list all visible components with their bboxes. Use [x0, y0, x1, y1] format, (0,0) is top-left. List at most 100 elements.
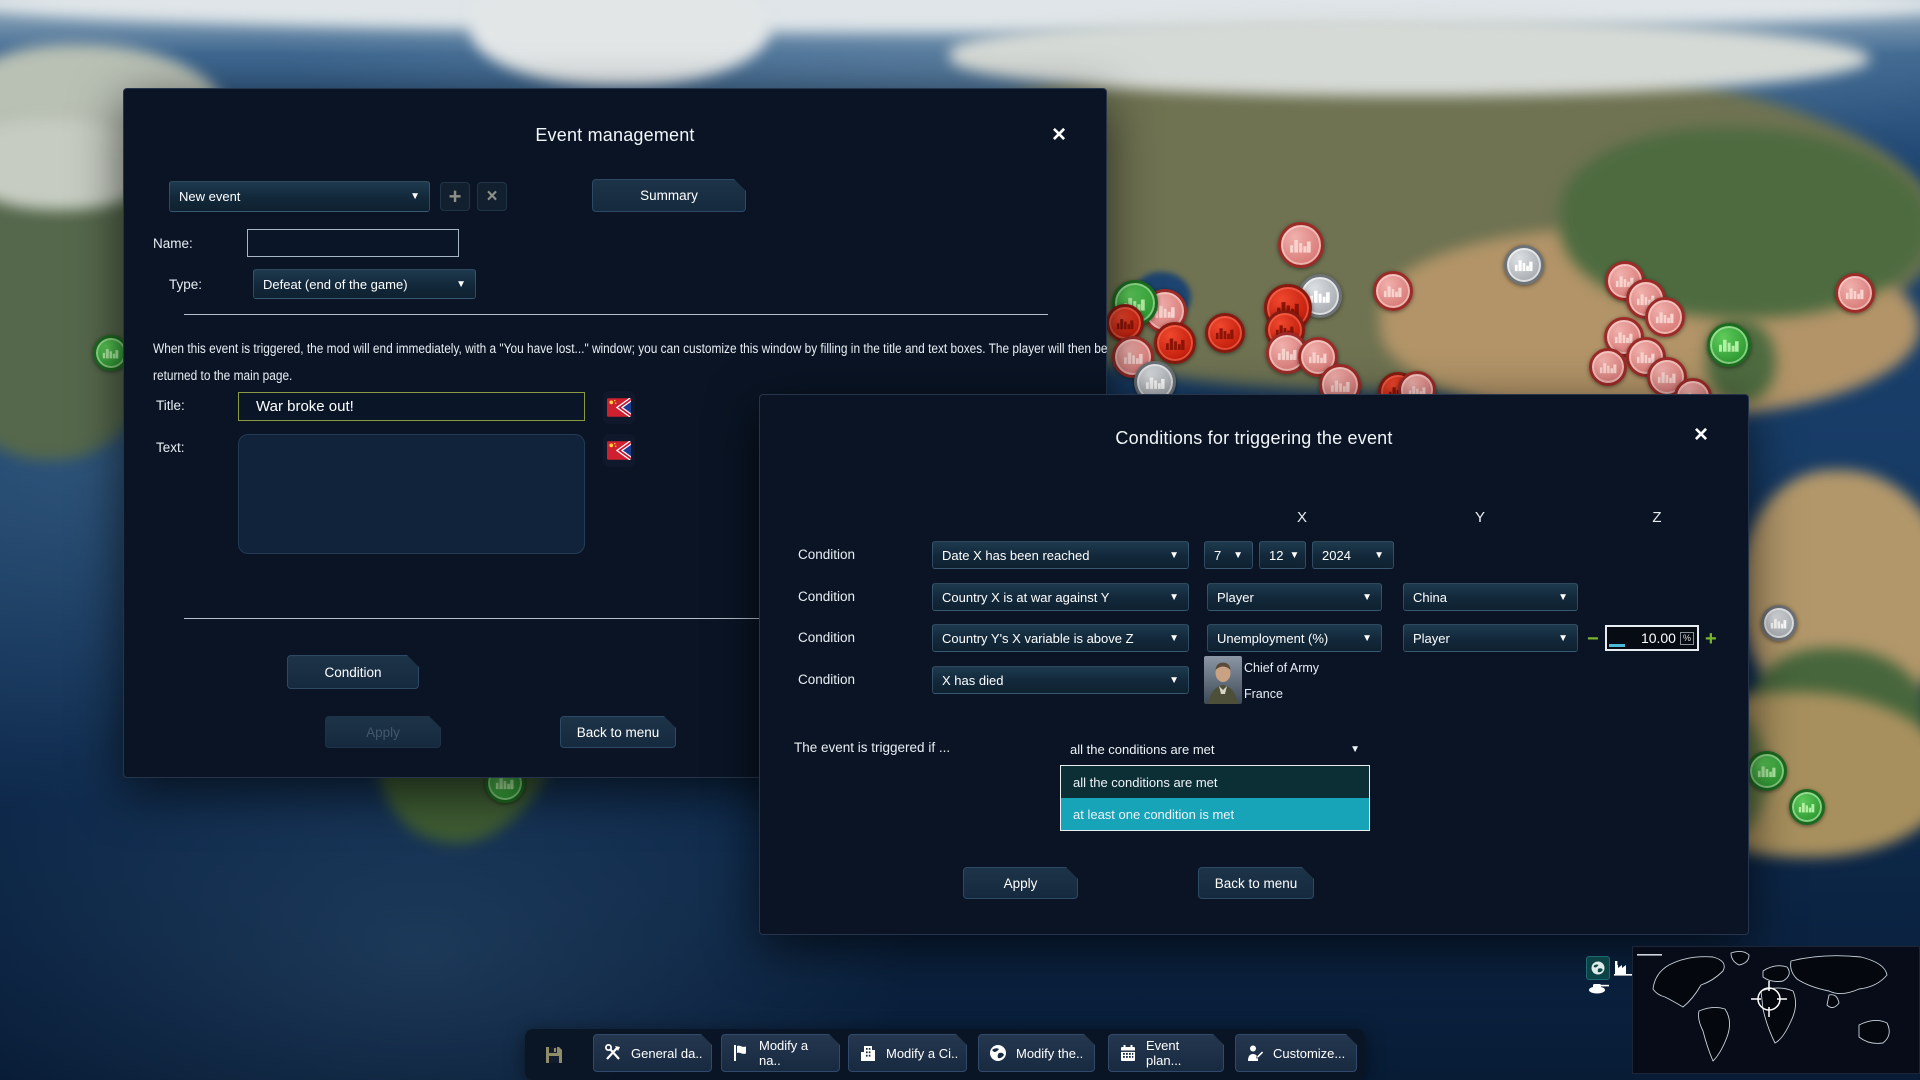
plus-icon: +	[449, 184, 462, 210]
country-y-dropdown[interactable]: Player	[1403, 624, 1578, 652]
event-text-area[interactable]	[238, 434, 585, 554]
city-marker-green[interactable]	[1789, 789, 1825, 825]
minimap-world-outline	[1633, 947, 1920, 1075]
person-country: France	[1244, 687, 1283, 701]
tools-icon	[603, 1043, 623, 1063]
condition-type-dropdown[interactable]: Date X has been reached	[932, 541, 1189, 569]
event-description-line1: When this event is triggered, the mod wi…	[153, 341, 1107, 356]
taskbar-item-modify-nation[interactable]: Modify a na..	[721, 1034, 840, 1072]
condition-type-dropdown[interactable]: X has died	[932, 666, 1189, 694]
title-language-flag-button[interactable]	[603, 391, 635, 424]
delete-event-button[interactable]: ×	[477, 182, 507, 211]
add-event-button[interactable]: +	[440, 182, 470, 211]
condition-type-dropdown[interactable]: Country X is at war against Y	[932, 583, 1189, 611]
save-button[interactable]	[537, 1041, 571, 1069]
minimap-globe-toggle[interactable]	[1586, 956, 1610, 980]
city-skyline-icon	[1383, 283, 1403, 299]
city-marker-pink[interactable]	[1589, 348, 1627, 386]
taskbar-item-general-data[interactable]: General da..	[593, 1034, 712, 1072]
month-dropdown[interactable]: 12	[1259, 541, 1306, 569]
city-marker-pink[interactable]	[1373, 271, 1413, 311]
trigger-option-all[interactable]: all the conditions are met	[1061, 766, 1369, 798]
close-icon[interactable]: ×	[1052, 123, 1066, 147]
type-value: Defeat (end of the game)	[263, 277, 408, 292]
trigger-options-list: all the conditions are met at least one …	[1060, 765, 1370, 831]
event-selector-value: New event	[179, 189, 240, 204]
threshold-value: 10.00	[1641, 630, 1676, 646]
condition-row-label: Condition	[798, 589, 855, 604]
variable-dropdown[interactable]: Unemployment (%)	[1207, 624, 1382, 652]
minimap-factory-toggle[interactable]	[1611, 956, 1635, 978]
taskbar-item-event-planner[interactable]: Event plan...	[1108, 1034, 1224, 1072]
city-marker-gray[interactable]	[1504, 245, 1544, 285]
taskbar-item-customize[interactable]: Customize...	[1235, 1034, 1357, 1072]
china-uk-flag-icon	[607, 441, 631, 460]
factory-icon	[1613, 959, 1633, 976]
bottom-taskbar: General da.. Modify a na.. Modify a Ci..	[525, 1029, 1365, 1080]
save-icon	[543, 1044, 565, 1066]
condition-button[interactable]: Condition	[287, 655, 419, 689]
apply-button: Apply	[325, 716, 441, 748]
taskbar-item-modify-city[interactable]: Modify a Ci..	[848, 1034, 967, 1072]
type-dropdown[interactable]: Defeat (end of the game)	[253, 269, 476, 299]
column-header-y: Y	[1470, 509, 1490, 526]
threshold-input[interactable]: 10.00 %	[1605, 625, 1699, 651]
trigger-option-any[interactable]: at least one condition is met	[1061, 798, 1369, 830]
condition-row-label: Condition	[798, 547, 855, 562]
minimap-tank-toggle[interactable]	[1586, 978, 1612, 996]
title-label: Title:	[156, 398, 185, 413]
back-to-menu-button[interactable]: Back to menu	[1198, 867, 1314, 899]
person-icon	[1245, 1043, 1265, 1063]
unit-badge: %	[1680, 632, 1694, 645]
city-marker-red[interactable]	[1205, 313, 1245, 353]
city-marker-pink[interactable]	[1278, 222, 1324, 268]
minimap-panel[interactable]	[1632, 946, 1920, 1074]
person-portrait[interactable]	[1204, 656, 1242, 704]
threshold-progress-bar	[1609, 644, 1625, 647]
city-marker-pink[interactable]	[1835, 273, 1875, 313]
city-skyline-icon	[1123, 349, 1144, 366]
country-x-dropdown[interactable]: Player	[1207, 583, 1382, 611]
text-language-flag-button[interactable]	[603, 434, 635, 467]
city-skyline-icon	[1770, 616, 1787, 630]
city-marker-gray[interactable]	[1761, 605, 1797, 641]
tank-icon	[1587, 980, 1611, 994]
city-skyline-icon	[1116, 316, 1135, 331]
trigger-label: The event is triggered if ...	[794, 740, 950, 755]
trigger-dropdown[interactable]: all the conditions are met ▼	[1060, 736, 1370, 762]
apply-button[interactable]: Apply	[963, 867, 1078, 899]
decrement-button[interactable]: −	[1587, 628, 1599, 651]
city-skyline-icon	[1845, 285, 1865, 301]
dialog-title: Conditions for triggering the event	[760, 428, 1748, 449]
close-icon[interactable]: ×	[1694, 423, 1708, 447]
text-label: Text:	[156, 440, 185, 455]
city-skyline-icon	[1757, 763, 1777, 779]
city-skyline-icon	[1514, 257, 1534, 273]
city-skyline-icon	[1309, 287, 1331, 304]
name-input[interactable]	[247, 229, 459, 257]
city-skyline-icon	[1165, 335, 1186, 352]
cross-icon: ×	[486, 186, 497, 208]
increment-button[interactable]: +	[1705, 628, 1717, 651]
event-selector-dropdown[interactable]: New event	[169, 181, 430, 212]
country-y-dropdown[interactable]: China	[1403, 583, 1578, 611]
day-dropdown[interactable]: 7	[1204, 541, 1253, 569]
back-to-menu-button[interactable]: Back to menu	[560, 716, 676, 748]
city-skyline-icon	[1215, 325, 1235, 341]
city-skyline-icon	[1655, 309, 1675, 325]
summary-button[interactable]: Summary	[592, 179, 746, 212]
city-marker-green[interactable]	[1747, 751, 1787, 791]
city-marker-green[interactable]	[1707, 323, 1751, 367]
calendar-icon	[1118, 1043, 1138, 1063]
city-skyline-icon	[1330, 377, 1351, 394]
taskbar-item-modify-world[interactable]: Modify the..	[978, 1034, 1095, 1072]
city-marker-pink[interactable]	[1645, 297, 1685, 337]
city-marker-red[interactable]	[1154, 322, 1196, 364]
condition-type-dropdown[interactable]: Country Y's X variable is above Z	[932, 624, 1189, 652]
year-dropdown[interactable]: 2024	[1312, 541, 1394, 569]
trigger-value: all the conditions are met	[1070, 742, 1215, 757]
event-title-input[interactable]	[238, 392, 585, 421]
name-label: Name:	[153, 236, 193, 251]
city-skyline-icon	[1798, 800, 1815, 814]
globe-icon	[1590, 960, 1606, 976]
